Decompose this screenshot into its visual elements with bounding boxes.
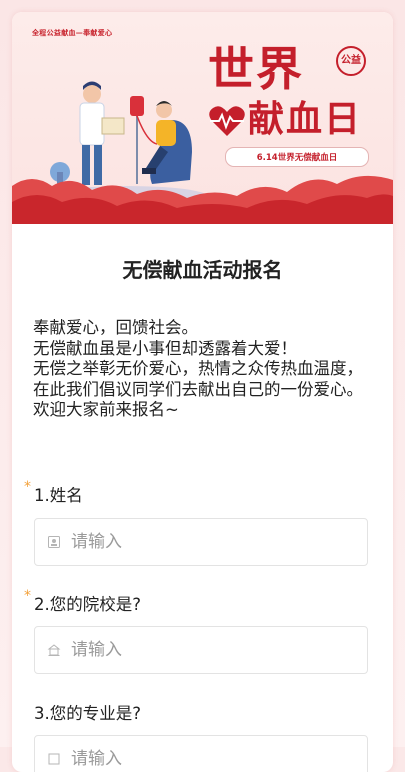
intro-line: 无偿之举彰无价爱心，热情之众传热血温度，在此我们倡议同学们去献出自己的一份爱心。 [33, 359, 363, 399]
banner-title-world: 世界 [208, 42, 304, 96]
question-major-label: 3.您的专业是? [34, 700, 141, 724]
banner-image: 全程公益献血—奉献爱心 世界 公益 献血日 6.14世界无偿献血日 [12, 12, 393, 224]
required-marker: * [24, 588, 31, 604]
intro-line: 欢迎大家前来报名~ [33, 400, 179, 419]
major-input-field[interactable] [34, 735, 368, 772]
form-description: 奉献爱心，回馈社会。 无偿献血虽是小事但却透露着大爱！ 无偿之举彰无价爱心，热情… [33, 318, 373, 421]
question-label-text: 3.您的专业是? [34, 704, 142, 723]
banner-badge: 公益 [336, 46, 366, 76]
question-label-text: 1.姓名 [34, 486, 83, 505]
school-icon [47, 643, 61, 657]
banner-title-blood-day: 献血日 [248, 99, 363, 140]
form-title: 无偿献血活动报名 [122, 258, 283, 282]
major-input[interactable] [71, 749, 331, 769]
form-card: 全程公益献血—奉献爱心 世界 公益 献血日 6.14世界无偿献血日 无偿献血活动… [12, 12, 393, 772]
school-input-field[interactable] [34, 626, 368, 674]
question-school-label: * 2.您的院校是? [24, 588, 142, 615]
cloud-decoration [12, 175, 393, 224]
book-icon [47, 752, 61, 766]
intro-line: 奉献爱心，回馈社会。 [33, 318, 198, 337]
question-label-text: 2.您的院校是? [34, 595, 142, 614]
school-input[interactable] [71, 640, 331, 660]
person-card-icon [47, 535, 61, 549]
banner-caption: 全程公益献血—奉献爱心 [32, 29, 113, 37]
name-input-field[interactable] [34, 518, 368, 566]
required-marker: * [24, 479, 31, 495]
intro-line: 无偿献血虽是小事但却透露着大爱！ [33, 338, 297, 358]
name-input[interactable] [71, 532, 331, 552]
heart-pulse-icon [209, 106, 245, 136]
question-name-label: * 1.姓名 [24, 479, 83, 506]
